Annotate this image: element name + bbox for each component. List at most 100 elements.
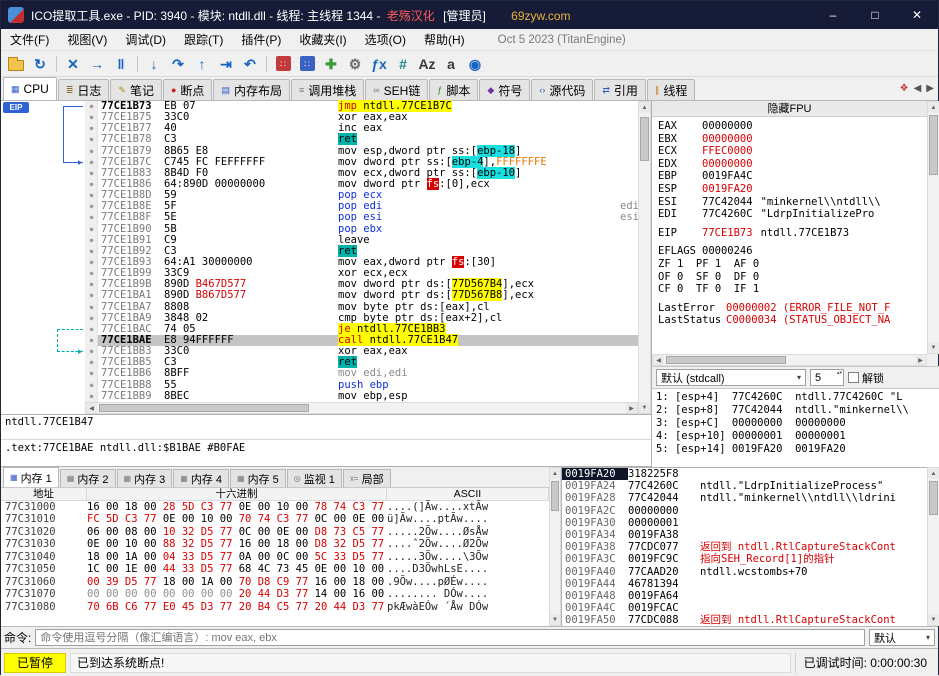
restart-icon[interactable]: ↻ [29,53,51,75]
scroll-up-button[interactable]: ▲ [928,102,939,113]
dump-tab-memory-5[interactable]: ▦ 内存 5 [230,469,286,487]
command-input[interactable] [35,629,865,646]
dump-tab-memory-4[interactable]: ▦ 内存 4 [173,469,229,487]
stack-row[interactable]: 0019FA20 318225F8 [562,468,927,481]
stack-row[interactable]: 0019FA2C 00000000 [562,505,927,517]
settings-gear-icon[interactable]: ⚙ [344,53,366,75]
stack-vscrollbar[interactable]: ▲ ▼ [927,467,939,626]
dump-tab-locals[interactable]: x= 局部 [342,469,391,487]
breakpoint-dot[interactable]: ● [85,190,98,201]
scroll-up-button[interactable]: ▲ [550,468,560,479]
step-over-icon[interactable]: ↷ [167,53,189,75]
stack-row[interactable]: 0019FA38 77CDC077 返回到 ntdll.RtlCaptureStac… [562,541,927,553]
scroll-track[interactable] [928,113,939,342]
scroll-left-button[interactable]: ◀ [653,355,664,365]
trace-over-icon[interactable]: ∷ [296,53,318,75]
breakpoint-dot[interactable]: ● [85,290,98,301]
breakpoint-dot[interactable]: ● [85,246,98,257]
fx-icon[interactable]: ƒx [368,53,390,75]
tab-cpu[interactable]: ▦ CPU [3,77,57,100]
register-row[interactable]: EAX 00000000 [658,120,921,133]
pause-icon[interactable]: ‖ [110,53,132,75]
spinner-arrows-icon[interactable]: ▴▾ [837,370,842,377]
dump-tab-memory-1[interactable]: ▦ 内存 1 [3,467,59,487]
scroll-left-button[interactable]: ◀ [86,403,97,413]
dump-row[interactable]: 77C31040 18 00 1A 00 04 33 D5 77 0A 00 0C… [1,551,549,563]
tab-seh[interactable]: ∞ SEH链 [365,79,429,100]
open-folder-icon[interactable] [5,53,27,75]
dump-row[interactable]: 77C31080 70 6B C6 77 E0 45 D3 77 20 B4 C5… [1,601,549,613]
minimize-button[interactable]: – [812,1,854,29]
dump-tab-memory-3[interactable]: ▦ 内存 3 [116,469,173,487]
menu-item-view[interactable]: 视图(V) [58,29,116,50]
stack-row[interactable]: 0019FA40 77CAAD20 ntdll.wcstombs+70 [562,566,927,578]
trace-into-icon[interactable]: ∷ [272,53,294,75]
scroll-track[interactable] [97,403,626,413]
menu-item-file[interactable]: 文件(F) [1,29,58,50]
scroll-up-button[interactable]: ▲ [928,468,939,479]
case-icon[interactable]: Az [416,53,438,75]
hide-fpu-button[interactable]: 隐藏FPU [652,101,927,117]
menu-item-debug[interactable]: 调试(D) [116,29,175,50]
scroll-track[interactable] [550,479,560,614]
register-row[interactable]: CF 0 TF 0 IF 1 [658,283,921,296]
register-row[interactable]: ZF 1 PF 1 AF 0 [658,258,921,271]
scroll-down-button[interactable]: ▼ [928,614,939,625]
breakpoint-dot[interactable]: ● [85,391,98,402]
breakpoint-dot[interactable]: ● [85,157,98,168]
stack-row[interactable]: 0019FA48 0019FA64 [562,590,927,602]
breakpoint-dot[interactable]: ● [85,212,98,223]
disassembly-vscrollbar[interactable]: ▲ ▼ [638,101,651,414]
dump-row[interactable]: 77C31010 FC 5D C3 77 0E 00 10 00 70 74 C3… [1,513,549,525]
step-out-icon[interactable]: ↑ [191,53,213,75]
breakpoint-dot[interactable]: ● [85,146,98,157]
tab-scroll-right-button[interactable]: ▶ [926,83,934,94]
dump-row[interactable]: 77C31020 06 00 08 00 10 32 D5 77 0C 00 0E… [1,526,549,538]
register-row[interactable]: ESI 77C42044 "minkernel\\ntdll\\ [658,196,921,209]
tab-references[interactable]: ⇄ 引用 [594,79,646,100]
dump-vscrollbar[interactable]: ▲ ▼ [549,467,561,626]
dump-row[interactable]: 77C31030 0E 00 10 00 88 32 D5 77 16 00 18… [1,538,549,550]
breakpoint-dot[interactable]: ● [85,380,98,391]
stack-row[interactable]: 0019FA30 00000001 [562,517,927,529]
breakpoint-dot[interactable]: ● [85,313,98,324]
stack-row[interactable]: 0019FA50 77CDC088 返回到 ntdll.RtlCaptureStac… [562,614,927,626]
arg-row[interactable]: 3: [esp+C] 00000000 00000000 [656,417,936,430]
maximize-button[interactable]: □ [854,1,896,29]
breakpoint-dot[interactable]: ● [85,346,98,357]
breakpoint-dot[interactable]: ● [85,112,98,123]
tab-notes[interactable]: ✎ 笔记 [110,79,162,100]
arg-row[interactable]: 2: [esp+8] 77C42044 ntdll."minkernel\\ [656,404,936,417]
back-icon[interactable]: ↶ [239,53,261,75]
tab-script[interactable]: ƒ 脚本 [429,79,479,100]
tab-overflow-icon[interactable]: ❖ [900,83,909,94]
breakpoint-dot[interactable]: ● [85,201,98,212]
font-icon[interactable]: a [440,53,462,75]
breakpoint-dot[interactable]: ● [85,257,98,268]
stack-row[interactable]: 0019FA34 0019FA38 [562,529,927,541]
tab-breakpoints[interactable]: ● 断点 [162,79,213,100]
breakpoint-dot[interactable]: ● [85,335,98,346]
stack-row[interactable]: 0019FA24 77C4260C ntdll."LdrpInitializePro… [562,480,927,492]
stack-row[interactable]: 0019FA3C 0019FC9C 指向SEH_Record[1]的指针 [562,553,927,565]
calling-convention-dropdown[interactable]: 默认 (stdcall) ▾ [656,369,806,386]
arg-row[interactable]: 1: [esp+4] 77C4260C ntdll.77C4260C "L [656,391,936,404]
dump-row[interactable]: 77C31070 00 00 00 00 00 00 00 00 20 44 D3… [1,588,549,600]
register-row[interactable]: LastStatus C0000034 (STATUS_OBJECT_NA [658,314,921,327]
hash-icon[interactable]: # [392,53,414,75]
run-to-return-icon[interactable]: ⇥ [215,53,237,75]
scroll-track[interactable] [664,355,915,365]
dump-tab-watch-1[interactable]: ◎ 监视 1 [286,469,342,487]
registers-hscrollbar[interactable]: ◀ ▶ [652,354,927,366]
register-row[interactable]: EFLAGS 00000246 [658,245,921,258]
scroll-track[interactable] [928,479,939,614]
breakpoint-dot[interactable]: ● [85,279,98,290]
register-row[interactable]: EBX 00000000 [658,133,921,146]
scroll-down-button[interactable]: ▼ [639,402,650,413]
arg-row[interactable]: 5: [esp+14] 0019FA20 0019FA20 [656,443,936,456]
menu-item-options[interactable]: 选项(O) [356,29,415,50]
breakpoint-dot[interactable]: ● [85,101,98,112]
scroll-down-button[interactable]: ▼ [550,614,560,625]
step-into-icon[interactable]: ↓ [143,53,165,75]
breakpoint-dot[interactable]: ● [85,224,98,235]
